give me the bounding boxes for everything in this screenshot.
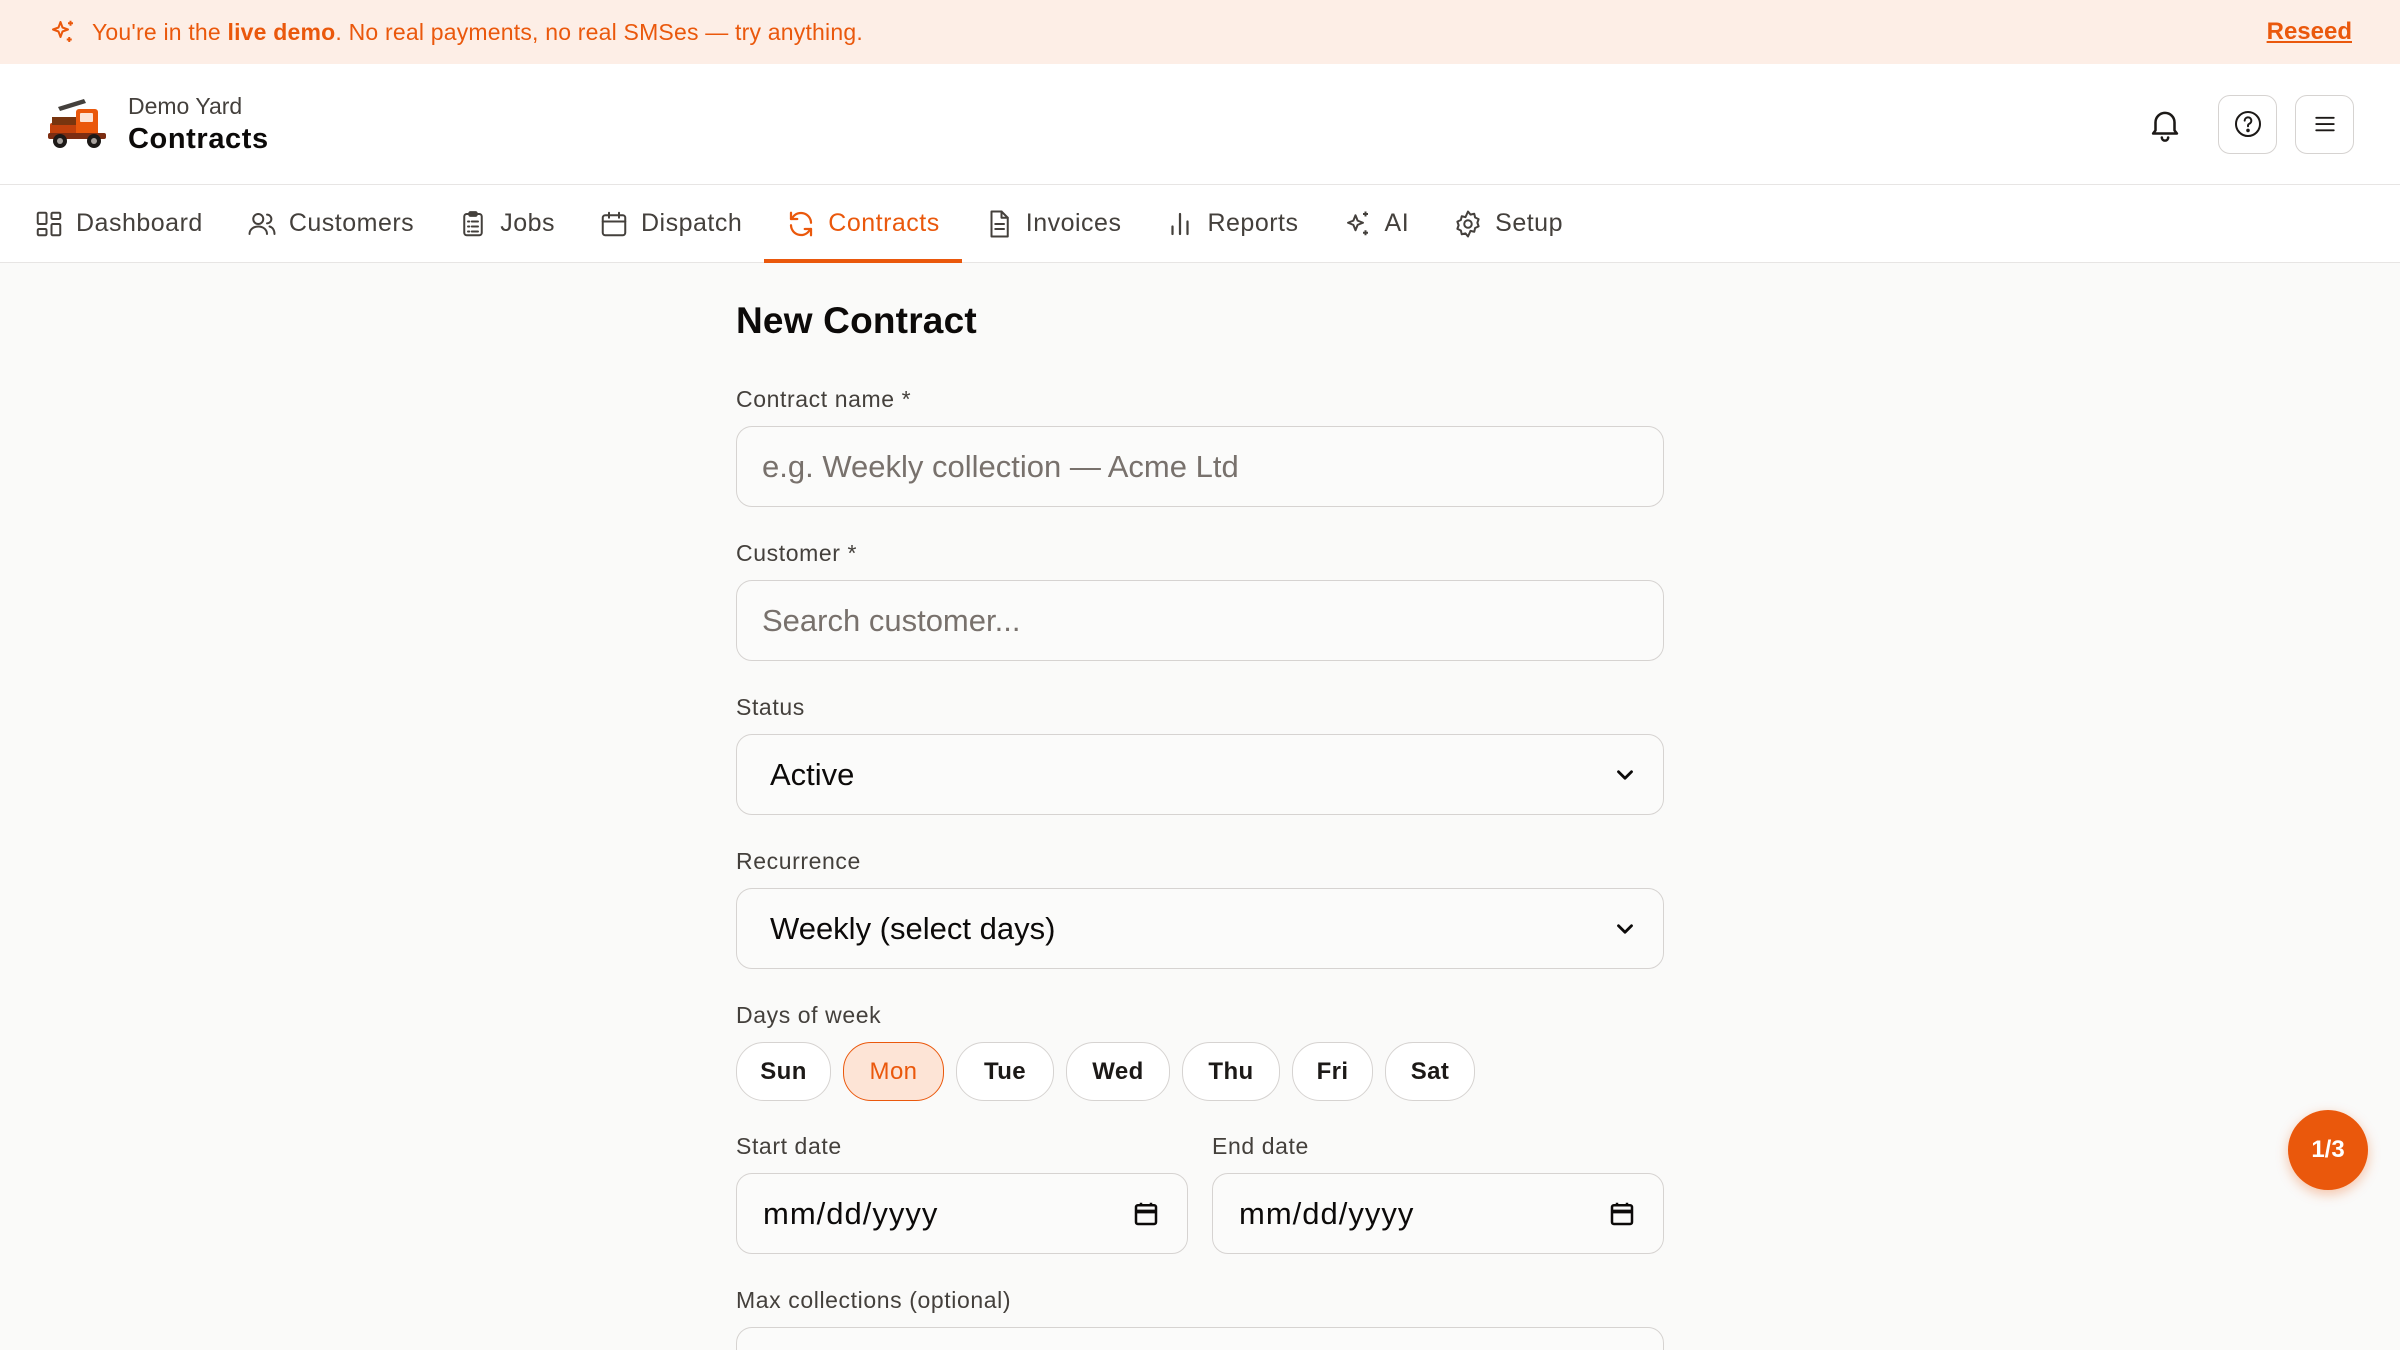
day-toggle-mon[interactable]: Mon <box>843 1042 944 1101</box>
day-toggle-thu[interactable]: Thu <box>1182 1042 1280 1101</box>
calendar-icon <box>601 211 627 236</box>
hamburger-icon <box>2314 116 2335 132</box>
yard-name: Demo Yard <box>128 93 243 119</box>
reseed-link[interactable]: Reseed <box>2267 18 2352 46</box>
recurrence-select[interactable]: Weekly (select days) <box>736 888 1664 969</box>
header-actions <box>2136 94 2354 154</box>
help-icon <box>2234 111 2261 137</box>
end-date-label: End date <box>1212 1133 1309 1159</box>
users-icon <box>248 212 276 235</box>
customer-group: Customer * Search customer... <box>736 540 1664 661</box>
nav-invoices[interactable]: Invoices <box>962 185 1144 262</box>
end-date-value: mm/dd/yyyy <box>1239 1195 1415 1231</box>
day-toggle-group: Sun Mon Tue Wed Thu Fri Sat <box>736 1042 1475 1101</box>
sparkles-icon <box>48 17 78 47</box>
status-label: Status <box>736 694 805 720</box>
nav-dispatch[interactable]: Dispatch <box>577 185 764 262</box>
recurrence-group: Recurrence Weekly (select days) <box>736 848 1664 969</box>
day-toggle-sun[interactable]: Sun <box>736 1042 831 1101</box>
nav-jobs-label: Jobs <box>500 209 555 237</box>
help-button[interactable] <box>2218 94 2277 154</box>
day-toggle-sat[interactable]: Sat <box>1385 1042 1475 1101</box>
calendar-icon[interactable] <box>1607 1199 1637 1229</box>
contract-name-input[interactable]: e.g. Weekly collection — Acme Ltd <box>736 426 1664 507</box>
menu-button[interactable] <box>2295 94 2354 154</box>
date-range-group: Start date mm/dd/yyyy End date mm/dd/yyy… <box>736 1133 1664 1254</box>
max-collections-label: Max collections (optional) <box>736 1287 1012 1313</box>
calendar-icon[interactable] <box>1131 1199 1161 1229</box>
chevron-down-icon <box>1612 916 1638 942</box>
nav-ai[interactable]: AI <box>1321 185 1432 262</box>
nav-invoices-label: Invoices <box>1025 209 1122 237</box>
status-value: Active <box>770 756 855 792</box>
recurrence-value: Weekly (select days) <box>770 910 1056 946</box>
start-date-value: mm/dd/yyyy <box>763 1195 939 1231</box>
main-nav: Dashboard Customers Jobs Dispatch Contra… <box>0 185 2400 263</box>
brand: Demo Yard Contracts <box>128 91 269 157</box>
nav-jobs[interactable]: Jobs <box>436 185 577 262</box>
contract-name-label: Contract name * <box>736 386 912 412</box>
nav-customers-label: Customers <box>288 209 415 237</box>
refresh-icon <box>790 211 813 236</box>
nav-reports[interactable]: Reports <box>1143 185 1320 262</box>
gear-icon <box>1456 210 1480 237</box>
contract-name-group: Contract name * e.g. Weekly collection —… <box>736 386 1664 507</box>
page-title: Contracts <box>128 123 269 155</box>
day-toggle-tue[interactable]: Tue <box>956 1042 1054 1101</box>
new-contract-form: New Contract Contract name * e.g. Weekly… <box>736 263 1664 1350</box>
customer-search-input[interactable]: Search customer... <box>736 580 1664 661</box>
bar-chart-icon <box>1171 212 1190 235</box>
skip-truck-logo <box>48 99 106 148</box>
nav-contracts[interactable]: Contracts <box>764 185 963 263</box>
nav-reports-label: Reports <box>1207 209 1299 237</box>
form-title: New Contract <box>736 300 977 341</box>
customer-label: Customer * <box>736 540 858 566</box>
end-date-input[interactable]: mm/dd/yyyy <box>1212 1173 1664 1254</box>
document-icon <box>990 210 1009 237</box>
day-toggle-fri[interactable]: Fri <box>1292 1042 1373 1101</box>
sparkles-icon <box>1346 211 1368 235</box>
max-collections-input[interactable] <box>736 1327 1664 1350</box>
max-collections-group: Max collections (optional) <box>736 1287 1664 1350</box>
status-group: Status Active <box>736 694 1664 815</box>
nav-ai-label: AI <box>1384 209 1410 237</box>
nav-dashboard-label: Dashboard <box>76 209 203 237</box>
start-date-label: Start date <box>736 1133 842 1159</box>
recurrence-label: Recurrence <box>736 848 861 874</box>
days-of-week-label: Days of week <box>736 1002 882 1028</box>
nav-setup[interactable]: Setup <box>1431 185 1585 262</box>
days-of-week-group: Days of week Sun Mon Tue Wed Thu Fri Sat <box>736 1002 1475 1101</box>
demo-banner-text: You're in the live demo. No real payment… <box>92 18 863 45</box>
clipboard-icon <box>463 210 483 236</box>
status-select[interactable]: Active <box>736 734 1664 815</box>
nav-dispatch-label: Dispatch <box>641 209 743 237</box>
nav-setup-label: Setup <box>1495 209 1563 237</box>
app-header: Demo Yard Contracts <box>0 64 2400 185</box>
nav-dashboard[interactable]: Dashboard <box>12 185 225 262</box>
demo-banner: You're in the live demo. No real payment… <box>0 0 2400 64</box>
nav-customers[interactable]: Customers <box>225 185 436 262</box>
nav-contracts-label: Contracts <box>828 209 940 237</box>
start-date-input[interactable]: mm/dd/yyyy <box>736 1173 1188 1254</box>
end-date-group: End date mm/dd/yyyy <box>1212 1133 1664 1254</box>
start-date-group: Start date mm/dd/yyyy <box>736 1133 1188 1254</box>
chevron-down-icon <box>1612 762 1638 788</box>
notifications-button[interactable] <box>2136 95 2194 153</box>
tour-progress-button[interactable]: 1/3 <box>2288 1110 2368 1190</box>
day-toggle-wed[interactable]: Wed <box>1066 1042 1170 1101</box>
bell-icon <box>2151 111 2179 142</box>
dashboard-icon <box>36 211 62 236</box>
